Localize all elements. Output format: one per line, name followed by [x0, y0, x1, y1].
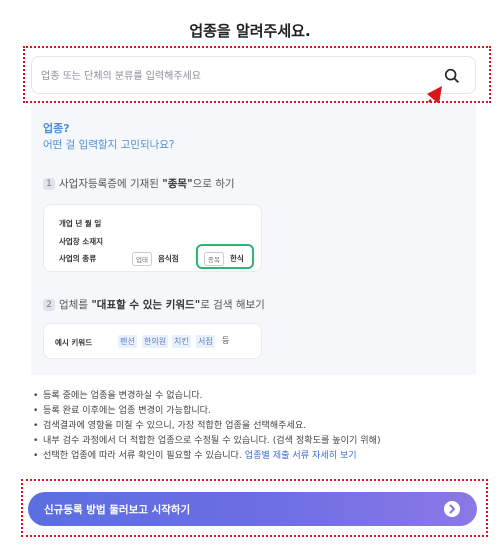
keyword-chip: 펜션: [118, 335, 137, 348]
step-emphasis: "대표할 수 있는 키워드": [91, 299, 201, 311]
business-registration-example: 개업 년 월 일 사업장 소재지 사업의 종류 업태 음식점 종목 한식: [43, 204, 262, 272]
keyword-label: 예시 키워드: [55, 338, 93, 347]
guide-step-2: 2 업체를 "대표할 수 있는 키워드"로 검색 해보기: [43, 297, 265, 312]
list-item: 검색결과에 영향을 미칠 수 있으니, 가장 적합한 업종을 선택해주세요.: [33, 419, 381, 434]
step-emphasis: "종목": [162, 178, 193, 190]
keyword-chip: 치킨: [172, 335, 191, 348]
start-registration-button[interactable]: 신규등록 방법 둘러보고 시작하기: [28, 492, 477, 526]
start-registration-label: 신규등록 방법 둘러보고 시작하기: [44, 504, 191, 516]
item-highlight-box: [196, 244, 254, 269]
guide-subtitle: 어떤 걸 입력할지 고민되나요?: [43, 139, 175, 151]
notice-list: 등록 중에는 업종을 변경하실 수 없습니다. 등록 완료 이후에는 업종 변경…: [33, 389, 381, 465]
step-text: 으로 하기: [192, 178, 235, 190]
chevron-right-icon: [444, 501, 460, 517]
category-value: 음식점: [158, 254, 179, 263]
guide-step-1: 1 사업자등록증에 기재된 "종목"으로 하기: [43, 176, 235, 191]
keyword-chip: 한의원: [142, 335, 169, 348]
card-label: 사업의 종류: [59, 254, 97, 263]
guide-question: 업종?: [43, 122, 70, 135]
step-number: 2: [43, 299, 55, 311]
card-label: 개업 년 월 일: [59, 219, 102, 228]
keyword-etc: 등: [222, 336, 230, 345]
list-item: 내부 검수 과정에서 더 적합한 업종으로 수정될 수 있습니다. (검색 정확…: [33, 434, 381, 449]
notice-text: 선택한 업종에 따라 서류 확인이 필요할 수 있습니다.: [43, 451, 245, 462]
list-item: 선택한 업종에 따라 서류 확인이 필요할 수 있습니다. 업종별 제출 서류 …: [33, 449, 381, 464]
keyword-chip: 서점: [196, 335, 215, 348]
keyword-example-card: 예시 키워드 펜션 한의원 치킨 서점 등: [43, 323, 262, 359]
step-number: 1: [43, 178, 55, 190]
list-item: 등록 중에는 업종을 변경하실 수 없습니다.: [33, 389, 381, 404]
industry-guide-panel: 업종? 어떤 걸 입력할지 고민되나요? 1 사업자등록증에 기재된 "종목"으로…: [31, 103, 476, 375]
step-text: 업체를: [59, 299, 92, 311]
step-text: 사업자등록증에 기재된: [59, 178, 163, 190]
step-text: 로 검색 해보기: [200, 299, 265, 311]
required-documents-link[interactable]: 업종별 제출 서류 자세히 보기: [245, 451, 357, 461]
page-title: 업종을 알려주세요.: [189, 22, 311, 40]
list-item: 등록 완료 이후에는 업종 변경이 가능합니다.: [33, 404, 381, 419]
category-tag: 업태: [132, 252, 152, 266]
card-label: 사업장 소재지: [59, 237, 104, 246]
